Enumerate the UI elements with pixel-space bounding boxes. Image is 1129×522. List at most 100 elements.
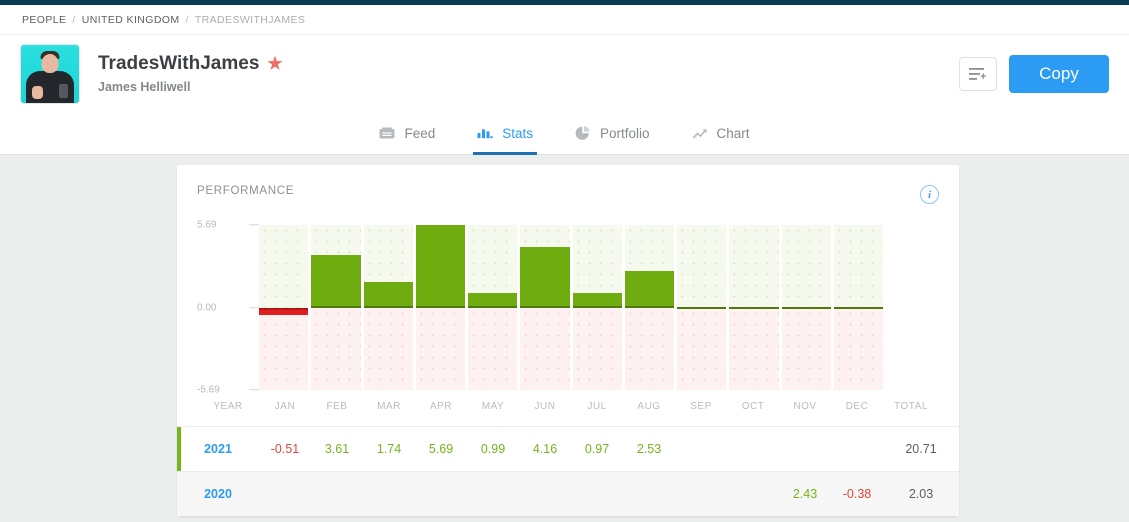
page-header: PEOPLE / UNITED KINGDOM / TRADESWITHJAME…	[0, 5, 1129, 155]
bar-positive	[572, 293, 622, 308]
row-month-value: 0.97	[584, 442, 610, 456]
breadcrumb-item-people[interactable]: PEOPLE	[22, 14, 66, 26]
chart-column-dec[interactable]	[833, 225, 883, 390]
page-title: TradesWithJames ★	[98, 53, 283, 75]
pie-chart-icon	[575, 126, 590, 140]
positive-zone	[677, 225, 727, 308]
performance-card-header: PERFORMANCE i	[197, 185, 939, 204]
tab-stats-label: Stats	[502, 126, 533, 141]
negative-zone	[677, 307, 727, 390]
row-month-value: 5.69	[428, 442, 454, 456]
chart-column-apr[interactable]	[415, 225, 465, 390]
negative-zone	[415, 307, 465, 390]
tab-feed-label: Feed	[404, 126, 436, 141]
tab-chart-label: Chart	[716, 126, 750, 141]
tab-stats[interactable]: Stats	[473, 113, 537, 155]
table-row[interactable]: 2020 2.43 -0.38 2.03	[177, 471, 959, 516]
negative-zone	[624, 307, 674, 390]
column-header-sep: SEP	[690, 401, 712, 412]
y-axis: 5.69 — 0.00 — -5.69 —	[197, 220, 259, 396]
row-month-value: 0.99	[480, 442, 506, 456]
positive-zone	[729, 225, 779, 308]
y-tick-mark: —	[249, 384, 259, 396]
add-to-list-icon	[969, 68, 986, 80]
negative-zone	[833, 307, 883, 390]
header-actions: Copy	[959, 55, 1109, 93]
chart-column-nov[interactable]	[781, 225, 831, 390]
breadcrumb-item-country[interactable]: UNITED KINGDOM	[82, 14, 180, 26]
info-icon[interactable]: i	[920, 185, 939, 204]
tab-portfolio-label: Portfolio	[600, 126, 650, 141]
negative-zone	[781, 307, 831, 390]
tab-bar: Feed Stats Portfolio Chart	[0, 113, 1129, 155]
row-accent-bar	[177, 427, 181, 471]
zero-baseline	[729, 306, 779, 309]
negative-zone	[311, 307, 361, 390]
breadcrumb-separator: /	[72, 14, 76, 26]
row-month-value: -0.38	[842, 487, 872, 501]
chart-column-aug[interactable]	[624, 225, 674, 390]
chart-column-sep[interactable]	[677, 225, 727, 390]
column-header-oct: OCT	[741, 401, 765, 412]
avatar-hand	[32, 86, 43, 99]
negative-zone	[259, 307, 309, 390]
row-total-value: 2.03	[908, 487, 934, 501]
bar-positive	[520, 247, 570, 308]
chart-column-jun[interactable]	[520, 225, 570, 390]
performance-title: PERFORMANCE	[197, 185, 295, 197]
chart-column-mar[interactable]	[363, 225, 413, 390]
negative-zone	[572, 307, 622, 390]
star-icon[interactable]: ★	[267, 54, 282, 74]
performance-table: 2021 -0.51 3.61 1.74 5.69 0.99 4.16 0.97 2.53 20.…	[177, 426, 959, 516]
chart-column-oct[interactable]	[729, 225, 779, 390]
chart-plot-area	[259, 225, 883, 390]
chart-column-jan[interactable]	[259, 225, 309, 390]
chart-column-feb[interactable]	[311, 225, 361, 390]
add-to-list-button[interactable]	[959, 57, 997, 91]
profile-names: TradesWithJames ★ James Helliwell	[98, 53, 283, 94]
row-total-value: 20.71	[905, 442, 937, 456]
column-header-jan: JAN	[274, 401, 296, 412]
positive-zone	[833, 225, 883, 308]
negative-zone	[729, 307, 779, 390]
column-header-year: YEAR	[213, 401, 243, 412]
feed-icon	[379, 127, 395, 139]
y-tick-label: 5.69	[197, 219, 217, 231]
tab-portfolio[interactable]: Portfolio	[571, 113, 654, 155]
zero-baseline	[781, 306, 831, 309]
profile-header: TradesWithJames ★ James Helliwell Copy	[0, 35, 1129, 113]
zero-baseline	[677, 306, 727, 309]
y-tick-label: -5.69	[197, 384, 220, 396]
negative-zone	[520, 307, 570, 390]
avatar[interactable]	[20, 44, 80, 104]
y-tick-max: 5.69 —	[197, 220, 259, 231]
column-header-nov: NOV	[793, 401, 817, 412]
tab-chart[interactable]: Chart	[688, 113, 754, 155]
row-year[interactable]: 2021	[177, 442, 259, 456]
breadcrumb-item-current: TRADESWITHJAMES	[194, 14, 306, 26]
y-tick-mark: —	[249, 302, 259, 313]
column-header-jun: JUN	[534, 401, 556, 412]
column-header-dec: DEC	[845, 401, 869, 412]
column-header-feb: FEB	[326, 401, 348, 412]
bar-chart-icon	[477, 129, 493, 139]
table-row[interactable]: 2021 -0.51 3.61 1.74 5.69 0.99 4.16 0.97 2.53 20.…	[177, 426, 959, 471]
row-year[interactable]: 2020	[177, 487, 259, 501]
copy-button[interactable]: Copy	[1009, 55, 1109, 93]
positive-zone	[259, 225, 309, 308]
negative-zone	[468, 307, 518, 390]
chart-column-jul[interactable]	[572, 225, 622, 390]
bar-positive	[311, 255, 361, 308]
avatar-head	[41, 54, 59, 73]
positive-zone	[781, 225, 831, 308]
bar-negative	[259, 307, 309, 315]
row-month-value: 1.74	[376, 442, 402, 456]
bar-positive	[415, 225, 465, 308]
username-text: TradesWithJames	[98, 53, 260, 75]
tab-feed[interactable]: Feed	[375, 113, 439, 155]
breadcrumb: PEOPLE / UNITED KINGDOM / TRADESWITHJAME…	[0, 5, 1129, 35]
bar-positive	[468, 293, 518, 308]
real-name: James Helliwell	[98, 79, 191, 94]
row-month-value: 2.43	[792, 487, 818, 501]
chart-column-may[interactable]	[468, 225, 518, 390]
